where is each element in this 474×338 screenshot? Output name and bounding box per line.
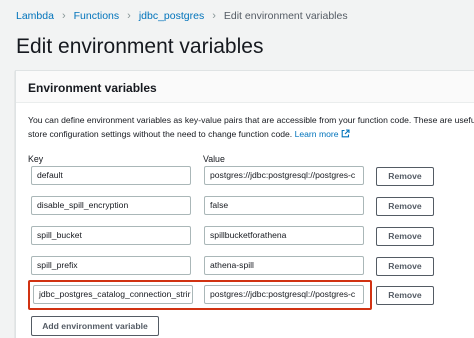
env-key-input[interactable]: spill_prefix (31, 256, 191, 275)
env-value-input[interactable]: spillbucketforathena (204, 226, 364, 245)
remove-button[interactable]: Remove (376, 227, 434, 246)
description-line-1: You can define environment variables as … (28, 115, 474, 125)
breadcrumb-separator-icon: › (212, 10, 216, 22)
learn-more-link[interactable]: Learn more (295, 129, 350, 139)
remove-button[interactable]: Remove (376, 197, 434, 216)
page-title: Edit environment variables (16, 35, 264, 58)
breadcrumb-lambda[interactable]: Lambda (16, 10, 54, 22)
breadcrumb: Lambda › Functions › jdbc_postgres › Edi… (16, 10, 348, 22)
description-text: store configuration settings without the… (28, 129, 293, 139)
env-key-input[interactable]: spill_bucket (31, 226, 191, 245)
description-line-2: store configuration settings without the… (28, 127, 474, 141)
external-link-icon (341, 129, 350, 138)
remove-button[interactable]: Remove (376, 286, 434, 305)
breadcrumb-functions[interactable]: Functions (74, 10, 120, 22)
env-value-input[interactable]: athena-spill (204, 256, 364, 275)
panel-header: Environment variables (16, 71, 474, 103)
breadcrumb-separator-icon: › (61, 10, 66, 22)
remove-button[interactable]: Remove (376, 257, 434, 276)
value-column-header: Value (203, 154, 225, 164)
key-column-header: Key (28, 154, 44, 164)
breadcrumb-function-name[interactable]: jdbc_postgres (139, 10, 204, 22)
learn-more-label: Learn more (294, 129, 339, 139)
breadcrumb-separator-icon: › (127, 10, 131, 22)
breadcrumb-current: Edit environment variables (223, 10, 348, 22)
remove-button[interactable]: Remove (376, 167, 434, 186)
add-environment-variable-button[interactable]: Add environment variable (31, 316, 159, 336)
panel-title: Environment variables (28, 81, 157, 95)
env-value-input[interactable]: postgres://jdbc:postgresql://postgres-c (204, 166, 364, 185)
env-value-input[interactable]: postgres://jdbc:postgresql://postgres-c (204, 285, 364, 304)
panel-description: You can define environment variables as … (28, 113, 474, 141)
environment-variables-panel: Environment variables You can define env… (15, 70, 474, 338)
env-key-input[interactable]: default (31, 166, 191, 185)
env-key-input[interactable]: jdbc_postgres_catalog_connection_strir (33, 285, 193, 304)
env-value-input[interactable]: false (204, 196, 364, 215)
env-key-input[interactable]: disable_spill_encryption (31, 196, 191, 215)
